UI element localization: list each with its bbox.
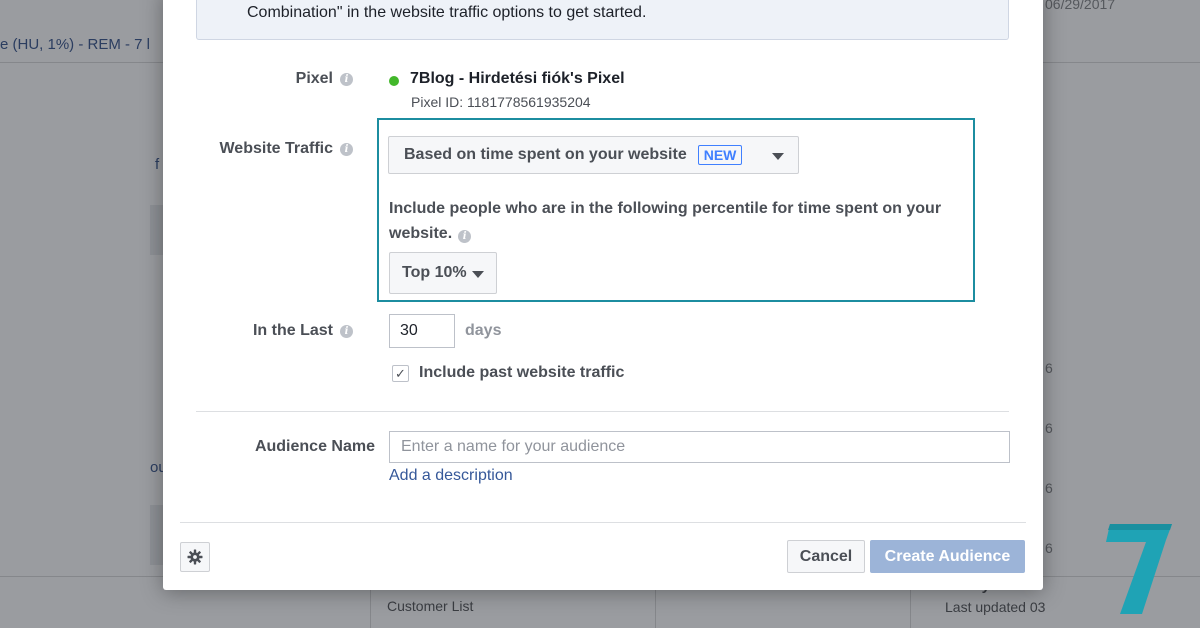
- caret-down-icon: [772, 153, 784, 160]
- footer-divider: [180, 522, 1026, 523]
- gear-icon: [187, 549, 203, 565]
- cancel-button[interactable]: Cancel: [787, 540, 865, 573]
- website-traffic-dropdown[interactable]: Based on time spent on your website NEW: [388, 136, 799, 174]
- website-traffic-selected: Based on time spent on your website: [404, 146, 687, 163]
- bg-fragment: 6: [1045, 360, 1053, 376]
- in-the-last-label: In the Last i: [163, 322, 353, 340]
- bg-fragment: 6: [1045, 540, 1053, 556]
- section-divider: [196, 411, 1009, 412]
- info-banner: Combination" in the website traffic opti…: [196, 0, 1009, 40]
- percentile-dropdown[interactable]: Top 10%: [389, 252, 497, 294]
- settings-button[interactable]: [180, 542, 210, 572]
- include-past-label[interactable]: Include past website traffic: [419, 364, 624, 382]
- audience-name-label: Audience Name: [185, 438, 375, 456]
- pixel-label: Pixel i: [163, 70, 353, 88]
- website-traffic-label: Website Traffic i: [163, 140, 353, 158]
- info-banner-text: Combination" in the website traffic opti…: [247, 4, 647, 21]
- website-traffic-label-text: Website Traffic: [219, 140, 333, 157]
- bg-row-subtitle: Customer List: [387, 598, 474, 614]
- caret-down-icon: [472, 271, 484, 278]
- pixel-id: Pixel ID: 1181778561935204: [411, 94, 591, 110]
- pixel-label-text: Pixel: [295, 70, 333, 87]
- bg-date: 06/29/2017: [1045, 0, 1116, 12]
- bg-fragment: 6: [1045, 420, 1053, 436]
- info-icon[interactable]: i: [458, 230, 472, 243]
- bg-fragment: f: [155, 156, 160, 173]
- add-description-link[interactable]: Add a description: [389, 467, 513, 485]
- audience-name-input[interactable]: [389, 431, 1010, 463]
- info-icon[interactable]: i: [340, 142, 353, 156]
- create-audience-button[interactable]: Create Audience: [870, 540, 1025, 573]
- percentile-label-text: Include people who are in the following …: [389, 200, 942, 242]
- pixel-status-dot: [389, 76, 399, 86]
- check-icon: ✓: [395, 366, 406, 381]
- pixel-name: 7Blog - Hirdetési fiók's Pixel: [410, 70, 625, 87]
- bg-campaign-link: e (HU, 1%) - REM - 7 l: [0, 36, 151, 53]
- new-badge: NEW: [697, 145, 743, 165]
- info-icon[interactable]: i: [340, 324, 353, 338]
- bg-row-updated: Last updated 03: [945, 599, 1046, 615]
- brand-7-logo: [1106, 524, 1172, 614]
- days-unit-label: days: [465, 322, 502, 339]
- percentile-selected: Top 10%: [402, 264, 467, 281]
- days-input[interactable]: [389, 314, 455, 348]
- in-the-last-label-text: In the Last: [252, 322, 333, 339]
- percentile-label: Include people who are in the following …: [389, 196, 969, 246]
- info-icon[interactable]: i: [340, 72, 353, 86]
- include-past-checkbox[interactable]: ✓: [392, 365, 409, 382]
- create-audience-dialog: Combination" in the website traffic opti…: [163, 0, 1043, 590]
- bg-fragment: 6: [1045, 480, 1053, 496]
- audience-name-label-text: Audience Name: [254, 438, 375, 455]
